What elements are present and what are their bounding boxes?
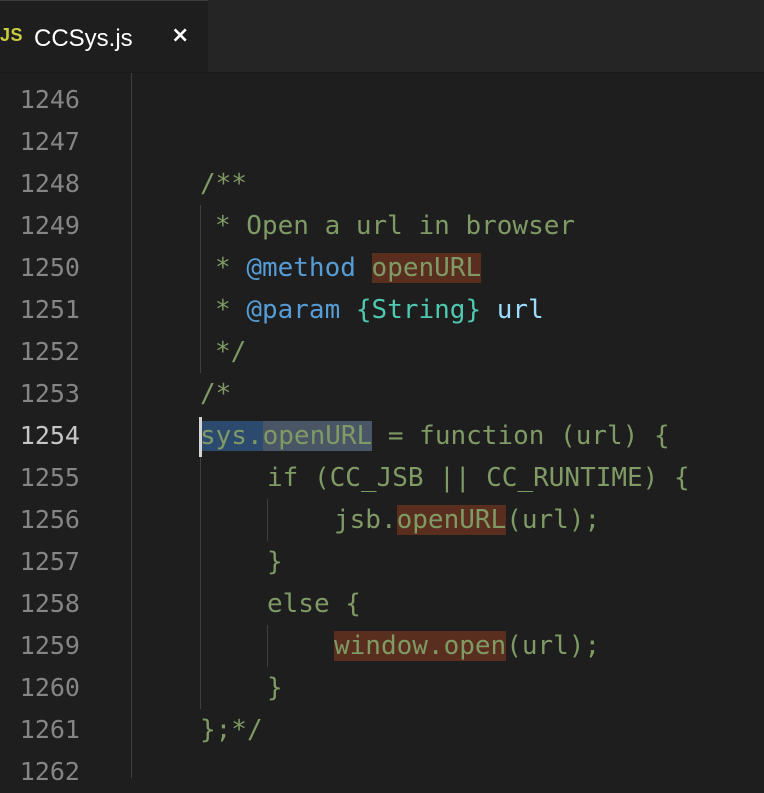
line-number: 1252 <box>19 337 80 366</box>
code-line: jsb.openURL(url); <box>334 499 600 541</box>
line-number: 1262 <box>19 757 80 786</box>
comment-text: jsb. <box>334 505 397 535</box>
comment-text: * <box>215 253 247 283</box>
code-line: if (CC_JSB || CC_RUNTIME) { <box>267 457 690 499</box>
comment-text: = function (url) { <box>372 421 670 451</box>
search-highlight: openURL <box>371 253 482 283</box>
selected-text: openURL <box>262 421 373 451</box>
line-number-active: 1254 <box>19 421 80 450</box>
search-highlight: openURL <box>396 505 507 535</box>
line-number: 1258 <box>19 589 80 618</box>
code-line: */ <box>215 331 246 373</box>
line-number: 1253 <box>19 379 80 408</box>
code-line: else { <box>267 583 361 625</box>
close-icon[interactable]: × <box>171 23 189 48</box>
line-number: 1259 <box>19 631 80 660</box>
line-number: 1260 <box>19 673 80 702</box>
line-number: 1248 <box>19 169 80 198</box>
doc-tag: @param <box>246 295 341 325</box>
line-number: 1249 <box>19 211 80 240</box>
text-cursor <box>199 417 202 457</box>
js-file-icon: JS <box>0 25 24 45</box>
indent-guide <box>200 205 201 373</box>
indent-guide <box>200 457 201 709</box>
comment-text: if (CC_JSB || CC_RUNTIME) { <box>267 463 690 493</box>
line-number: 1251 <box>19 295 80 324</box>
comment-text: /** <box>200 169 247 199</box>
line-number: 1250 <box>19 253 80 282</box>
code-line: * @method openURL <box>215 247 482 289</box>
line-number-gutter: 1246 1247 1248 1249 1250 1251 1252 1253 … <box>0 73 132 786</box>
code-line: /* <box>200 373 231 415</box>
line-number: 1246 <box>19 85 80 114</box>
line-number: 1261 <box>19 715 80 744</box>
code-line-active: sys.openURL = function (url) { <box>200 415 670 457</box>
gutter-divider <box>131 73 132 778</box>
editor-tab-ccsys[interactable]: JS CCSys.js × <box>0 0 208 72</box>
doc-type: {String} <box>355 295 482 325</box>
code-line: * @param {String} url <box>215 289 544 331</box>
code-line: } <box>267 541 283 583</box>
code-line: * Open a url in browser <box>215 205 575 247</box>
comment-text: (url); <box>506 631 601 661</box>
indent-guide <box>267 625 268 667</box>
line-number: 1256 <box>19 505 80 534</box>
comment-text: else { <box>267 589 361 619</box>
code-line: window.open(url); <box>334 625 600 667</box>
comment-text: * <box>215 295 247 325</box>
code-line: /** <box>200 163 247 205</box>
comment-text: };*/ <box>200 715 263 745</box>
code-editor[interactable]: /** * Open a url in browser * @method op… <box>133 73 764 778</box>
tab-title: CCSys.js <box>34 25 133 52</box>
doc-tag: @method <box>246 253 356 283</box>
comment-text: } <box>267 547 283 577</box>
doc-param-name: url <box>496 295 544 325</box>
code-line: } <box>267 667 283 709</box>
code-line: };*/ <box>200 709 263 751</box>
comment-text: * Open a url in browser <box>215 211 576 241</box>
selected-text: sys. <box>200 421 263 451</box>
line-number: 1255 <box>19 463 80 492</box>
comment-text: } <box>267 673 283 703</box>
indent-guide <box>267 499 268 541</box>
line-number: 1257 <box>19 547 80 576</box>
line-number: 1247 <box>19 127 80 156</box>
tab-bar: JS CCSys.js × <box>0 0 764 73</box>
search-highlight: window.open <box>334 631 507 661</box>
comment-text: /* <box>200 379 232 409</box>
comment-text: (url); <box>506 505 601 535</box>
comment-text: */ <box>215 337 247 367</box>
